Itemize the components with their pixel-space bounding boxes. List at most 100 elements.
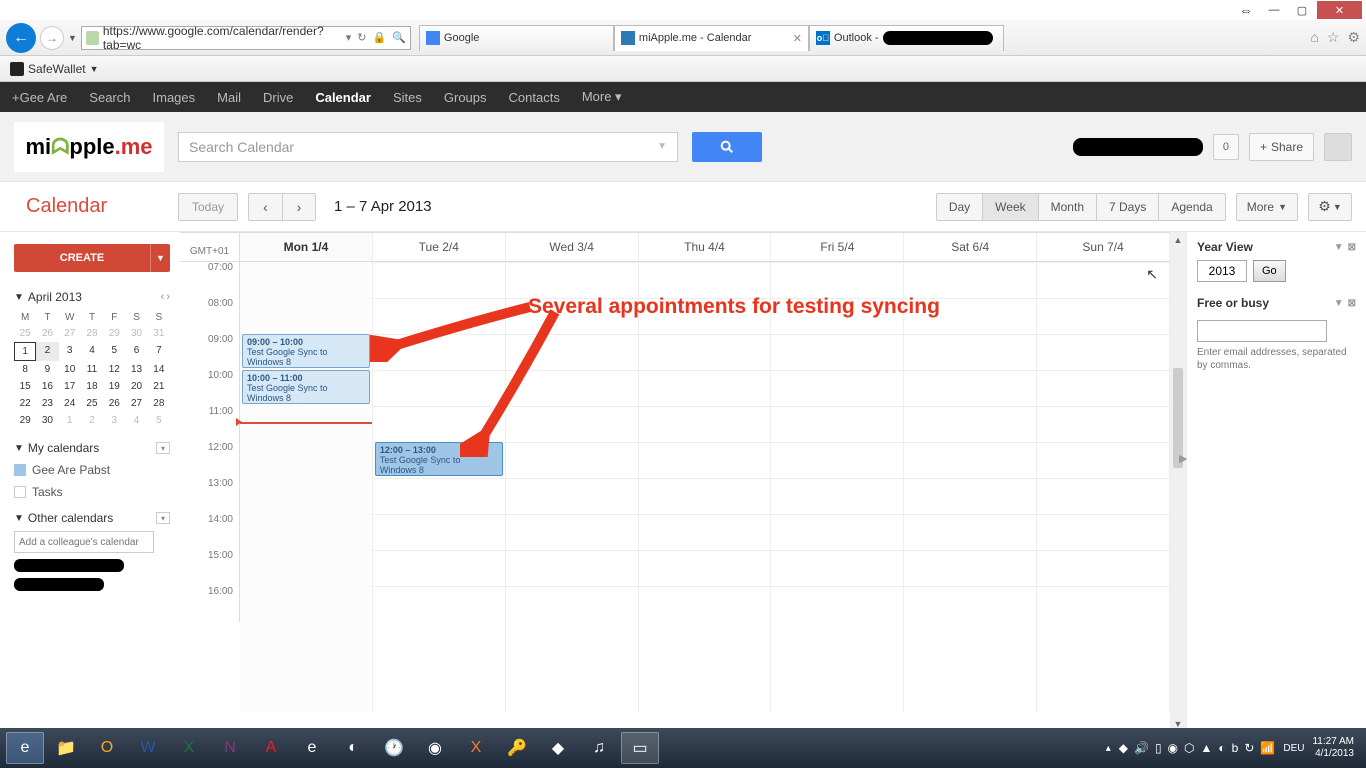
- view-button-week[interactable]: Week: [982, 193, 1037, 221]
- calendar-grid[interactable]: 07:0008:0009:0010:0011:0012:0013:0014:00…: [180, 262, 1170, 712]
- close-gadget-icon[interactable]: ⊠: [1348, 298, 1356, 309]
- forward-button[interactable]: →: [40, 26, 64, 50]
- mini-next-button[interactable]: ›: [166, 291, 170, 303]
- mini-cal-day[interactable]: 2: [36, 342, 58, 361]
- search-button[interactable]: [692, 132, 762, 162]
- calendar-checkbox[interactable]: [14, 486, 26, 498]
- prev-button[interactable]: ‹: [248, 193, 282, 221]
- mini-cal-day[interactable]: 5: [103, 342, 125, 361]
- search-dropdown-icon[interactable]: ▼: [657, 141, 667, 152]
- mini-cal-day[interactable]: 27: [125, 395, 147, 412]
- lock-icon[interactable]: 🔒: [373, 31, 387, 44]
- day-column[interactable]: [506, 262, 639, 712]
- share-button[interactable]: + Share: [1249, 133, 1314, 161]
- nav-dropdown-icon[interactable]: ▼: [68, 33, 77, 43]
- mini-cal-day[interactable]: 28: [148, 395, 170, 412]
- view-button-agenda[interactable]: Agenda: [1158, 193, 1225, 221]
- calendar-item[interactable]: Tasks: [14, 485, 170, 499]
- mini-cal-day[interactable]: 5: [148, 412, 170, 429]
- chevron-down-icon[interactable]: ▼: [14, 292, 24, 303]
- create-button[interactable]: CREATE ▼: [14, 244, 170, 272]
- minimize-button[interactable]: —: [1261, 1, 1287, 19]
- mini-cal-day[interactable]: 19: [103, 378, 125, 395]
- day-column[interactable]: 09:00 – 10:00Test Google Sync to Windows…: [240, 262, 373, 712]
- mini-cal-day[interactable]: 11: [81, 361, 103, 378]
- refresh-icon[interactable]: ↻: [357, 31, 366, 44]
- tray-icon[interactable]: ↻: [1244, 741, 1254, 755]
- mini-cal-day[interactable]: 17: [59, 378, 81, 395]
- free-busy-input[interactable]: [1197, 320, 1327, 342]
- tray-icon[interactable]: ⬡: [1184, 741, 1194, 755]
- tray-network-icon[interactable]: 📶: [1260, 741, 1275, 755]
- calendar-event[interactable]: 09:00 – 10:00Test Google Sync to Windows…: [242, 334, 370, 368]
- day-column[interactable]: [771, 262, 904, 712]
- tray-lang[interactable]: DEU: [1283, 743, 1304, 754]
- taskbar-itunes-icon[interactable]: ♫: [580, 732, 618, 764]
- day-header[interactable]: Mon 1/4: [240, 233, 373, 261]
- mini-cal-day[interactable]: 30: [125, 325, 147, 342]
- create-dropdown-icon[interactable]: ▼: [150, 244, 170, 272]
- gbar-link[interactable]: Contacts: [509, 90, 560, 105]
- expand-icon[interactable]: ▾: [156, 442, 170, 454]
- mini-cal-day[interactable]: 25: [81, 395, 103, 412]
- view-button-month[interactable]: Month: [1038, 193, 1096, 221]
- safewallet-button[interactable]: SafeWallet: [28, 62, 86, 76]
- mini-cal-day[interactable]: 6: [125, 342, 147, 361]
- gbar-link[interactable]: Search: [89, 90, 130, 105]
- search-provider-icon[interactable]: 🔍: [392, 31, 406, 44]
- view-button-7days[interactable]: 7 Days: [1096, 193, 1158, 221]
- day-header[interactable]: Sat 6/4: [904, 233, 1037, 261]
- mini-cal-day[interactable]: 10: [59, 361, 81, 378]
- mini-cal-day[interactable]: 15: [14, 378, 36, 395]
- mini-cal-day[interactable]: 3: [59, 342, 81, 361]
- tray-icon[interactable]: ▲: [1201, 741, 1213, 755]
- mini-cal-day[interactable]: 8: [14, 361, 36, 378]
- today-button[interactable]: Today: [178, 193, 238, 221]
- calendar-event[interactable]: 12:00 – 13:00Test Google Sync to Windows…: [375, 442, 503, 476]
- tools-icon[interactable]: ⚙: [1347, 29, 1360, 46]
- browser-tab[interactable]: o⃕Outlook -: [809, 25, 1004, 51]
- maximize-button[interactable]: ▢: [1289, 1, 1315, 19]
- taskbar-ie-icon[interactable]: e: [6, 732, 44, 764]
- browser-tab[interactable]: miApple.me - Calendar✕: [614, 25, 809, 51]
- mini-cal-day[interactable]: 7: [148, 342, 170, 361]
- taskbar-ie2-icon[interactable]: e: [293, 732, 331, 764]
- day-header[interactable]: Wed 3/4: [506, 233, 639, 261]
- taskbar-app2-icon[interactable]: ◆: [539, 732, 577, 764]
- mini-cal-day[interactable]: 4: [81, 342, 103, 361]
- calendar-checkbox[interactable]: [14, 464, 26, 476]
- mini-cal-day[interactable]: 26: [103, 395, 125, 412]
- gbar-link[interactable]: +Gee Are: [12, 90, 67, 105]
- dropdown-icon[interactable]: ▼: [1334, 298, 1344, 309]
- taskbar-outlook-icon[interactable]: O: [88, 732, 126, 764]
- taskbar-chrome-icon[interactable]: ◉: [416, 732, 454, 764]
- my-calendars-header[interactable]: ▼ My calendars ▾: [14, 441, 170, 455]
- tray-icon[interactable]: ◉: [1168, 741, 1178, 755]
- scrollbar[interactable]: ▲ ▼: [1170, 232, 1186, 732]
- dropdown-icon[interactable]: ▼: [1334, 242, 1344, 253]
- year-input[interactable]: [1197, 260, 1247, 282]
- taskbar-app3-icon[interactable]: ▭: [621, 732, 659, 764]
- mini-cal-day[interactable]: 24: [59, 395, 81, 412]
- tab-close-icon[interactable]: ✕: [793, 32, 802, 45]
- dropdown-icon[interactable]: ▾: [346, 31, 352, 44]
- mini-cal-day[interactable]: 30: [36, 412, 58, 429]
- days-grid[interactable]: 09:00 – 10:00Test Google Sync to Windows…: [240, 262, 1170, 712]
- taskbar-adobe-icon[interactable]: A: [252, 732, 290, 764]
- taskbar-onenote-icon[interactable]: N: [211, 732, 249, 764]
- taskbar-clock-icon[interactable]: 🕐: [375, 732, 413, 764]
- other-calendars-header[interactable]: ▼ Other calendars ▾: [14, 511, 170, 525]
- mini-cal-day[interactable]: 2: [81, 412, 103, 429]
- settings-button[interactable]: ⚙ ▼: [1308, 193, 1352, 221]
- mini-cal-day[interactable]: 31: [148, 325, 170, 342]
- mini-cal-day[interactable]: 13: [125, 361, 147, 378]
- notifications-badge[interactable]: 0: [1213, 134, 1239, 160]
- mini-cal-day[interactable]: 1: [14, 342, 36, 361]
- close-gadget-icon[interactable]: ⊠: [1348, 242, 1356, 253]
- close-button[interactable]: ✕: [1317, 1, 1362, 19]
- tray-icon[interactable]: b: [1232, 741, 1239, 755]
- mini-cal-day[interactable]: 29: [103, 325, 125, 342]
- browser-tab[interactable]: Google: [419, 25, 614, 51]
- next-button[interactable]: ›: [282, 193, 316, 221]
- taskbar-key-icon[interactable]: 🔑: [498, 732, 536, 764]
